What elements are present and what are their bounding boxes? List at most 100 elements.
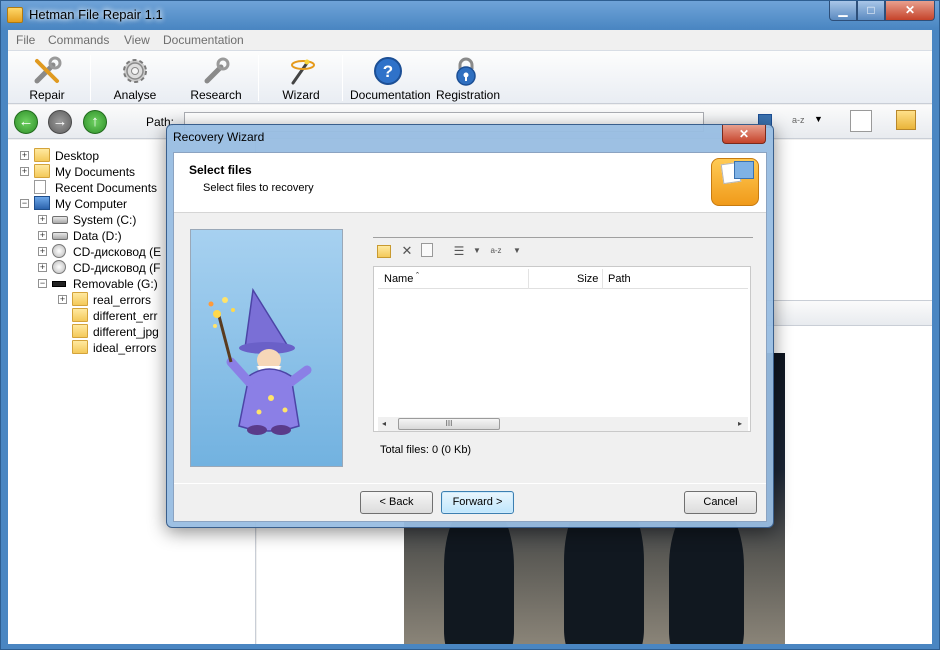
close-button[interactable]: ✕ bbox=[885, 1, 935, 21]
research-button[interactable]: Research bbox=[186, 53, 246, 103]
column-size[interactable]: Size bbox=[577, 273, 598, 285]
expand-icon[interactable]: + bbox=[20, 167, 29, 176]
step-subheading: Select files to recovery bbox=[203, 182, 314, 194]
dialog-body: Select files Select files to recovery ✕ … bbox=[173, 152, 767, 522]
expand-icon[interactable]: + bbox=[38, 215, 47, 224]
tree-item-label: real_errors bbox=[93, 293, 152, 307]
folder-icon[interactable] bbox=[896, 110, 916, 130]
minimize-button[interactable]: ▁ bbox=[829, 1, 857, 21]
documentation-button[interactable]: ? Documentation bbox=[350, 53, 431, 103]
toolbar-separator bbox=[90, 55, 91, 101]
add-file-icon[interactable] bbox=[377, 245, 391, 258]
dialog-close-button[interactable]: ✕ bbox=[722, 125, 766, 144]
file-list[interactable]: Name ˆ Size Path ◂ III ▸ bbox=[373, 266, 751, 432]
column-divider[interactable] bbox=[602, 269, 603, 289]
menu-view[interactable]: View bbox=[124, 33, 150, 47]
app-icon bbox=[7, 7, 23, 23]
up-arrow-icon[interactable]: ↑ bbox=[83, 110, 107, 134]
column-path[interactable]: Path bbox=[608, 273, 631, 285]
files-toolbar: ✕ ☰ ▼ a-z ▼ bbox=[373, 241, 753, 261]
folder-icon bbox=[34, 164, 50, 178]
column-divider[interactable] bbox=[528, 269, 529, 289]
scroll-right-icon[interactable]: ▸ bbox=[734, 418, 746, 430]
view-dropdown-icon[interactable]: ▼ bbox=[469, 243, 485, 259]
title-bar[interactable]: Hetman File Repair 1.1 ▁ □ ✕ bbox=[1, 1, 939, 29]
clear-list-icon[interactable] bbox=[421, 243, 433, 257]
tree-item-label: My Documents bbox=[55, 165, 136, 179]
repair-icon bbox=[34, 56, 62, 84]
menu-file[interactable]: File bbox=[16, 33, 35, 47]
collapse-icon[interactable]: − bbox=[38, 279, 47, 288]
back-button[interactable]: < Back bbox=[360, 491, 433, 514]
svg-text:?: ? bbox=[383, 62, 393, 81]
folder-icon bbox=[72, 292, 88, 306]
expand-icon[interactable]: + bbox=[20, 151, 29, 160]
drive-icon bbox=[52, 232, 68, 240]
repair-label: Repair bbox=[29, 88, 65, 102]
main-toolbar: Repair Analyse Research Wizard ? Documen… bbox=[8, 50, 932, 104]
folder-icon bbox=[72, 308, 88, 322]
sort-dropdown-arrow-icon[interactable]: ▼ bbox=[814, 114, 823, 124]
horizontal-scrollbar[interactable]: ◂ III ▸ bbox=[378, 417, 748, 431]
column-name[interactable]: Name bbox=[384, 273, 413, 285]
wizard-character-icon bbox=[208, 287, 312, 435]
repair-button[interactable]: Repair bbox=[22, 53, 72, 103]
collapse-icon[interactable]: − bbox=[20, 199, 29, 208]
tree-item-label: Removable (G:) bbox=[73, 277, 158, 291]
expand-icon[interactable]: + bbox=[38, 247, 47, 256]
sort-icon[interactable]: a-z bbox=[792, 115, 805, 125]
tree-item-label: System (C:) bbox=[73, 213, 137, 227]
scroll-thumb[interactable]: III bbox=[398, 418, 500, 430]
tree-item-label: different_err bbox=[93, 309, 158, 323]
tree-item-label: CD-дисковод (F bbox=[73, 261, 161, 275]
tree-item-label: ideal_errors bbox=[93, 341, 157, 355]
wrench-icon bbox=[204, 57, 230, 84]
wizard-illustration bbox=[190, 229, 343, 467]
menu-commands[interactable]: Commands bbox=[48, 33, 109, 47]
recovery-wizard-dialog: Recovery Wizard ✕ Select files Select fi… bbox=[166, 124, 774, 528]
expand-icon[interactable]: + bbox=[38, 231, 47, 240]
sort-icon[interactable]: a-z bbox=[487, 243, 505, 259]
forward-button[interactable]: Forward > bbox=[441, 491, 514, 514]
dialog-divider bbox=[174, 483, 766, 484]
folder-icon bbox=[72, 324, 88, 338]
preview-icon[interactable] bbox=[850, 110, 872, 132]
tree-item-label: Recent Documents bbox=[55, 181, 158, 195]
scroll-left-icon[interactable]: ◂ bbox=[378, 418, 390, 430]
registration-button[interactable]: Registration bbox=[436, 53, 501, 103]
help-icon: ? bbox=[374, 57, 402, 85]
wizard-button[interactable]: Wizard bbox=[276, 53, 326, 103]
tree-item-label: different_jpg bbox=[93, 325, 159, 339]
research-label: Research bbox=[190, 88, 242, 102]
analyse-label: Analyse bbox=[113, 88, 157, 102]
cd-drive-icon bbox=[52, 244, 66, 258]
folder-icon bbox=[72, 340, 88, 354]
list-header: Name ˆ Size Path bbox=[378, 269, 748, 289]
image-file-icon bbox=[734, 161, 754, 179]
dialog-title: Recovery Wizard bbox=[173, 130, 265, 144]
cd-drive-icon bbox=[52, 260, 66, 274]
tree-item-label: CD-дисковод (E bbox=[73, 245, 162, 259]
sort-dropdown-icon[interactable]: ▼ bbox=[509, 243, 525, 259]
document-icon bbox=[34, 180, 46, 194]
back-arrow-icon[interactable]: ← bbox=[14, 110, 38, 134]
cancel-button[interactable]: Cancel bbox=[684, 491, 757, 514]
window-title: Hetman File Repair 1.1 bbox=[29, 7, 163, 22]
expand-icon[interactable]: + bbox=[38, 263, 47, 272]
drive-icon bbox=[52, 216, 68, 224]
magic-wand-icon bbox=[291, 59, 315, 85]
view-list-icon[interactable]: ☰ bbox=[451, 243, 467, 259]
wizard-label: Wizard bbox=[282, 88, 320, 102]
delete-icon[interactable]: ✕ bbox=[399, 243, 415, 259]
sort-ascending-icon: ˆ bbox=[416, 271, 419, 281]
computer-icon bbox=[34, 196, 50, 210]
expand-icon[interactable]: + bbox=[58, 295, 67, 304]
maximize-button[interactable]: □ bbox=[857, 1, 885, 21]
folder-files-icon bbox=[711, 158, 759, 206]
folder-icon bbox=[34, 148, 50, 162]
registration-label: Registration bbox=[436, 88, 501, 102]
menu-bar: File Commands View Documentation bbox=[8, 30, 932, 50]
forward-arrow-icon[interactable]: → bbox=[48, 110, 72, 134]
analyse-button[interactable]: Analyse bbox=[108, 53, 162, 103]
menu-documentation[interactable]: Documentation bbox=[163, 33, 244, 47]
